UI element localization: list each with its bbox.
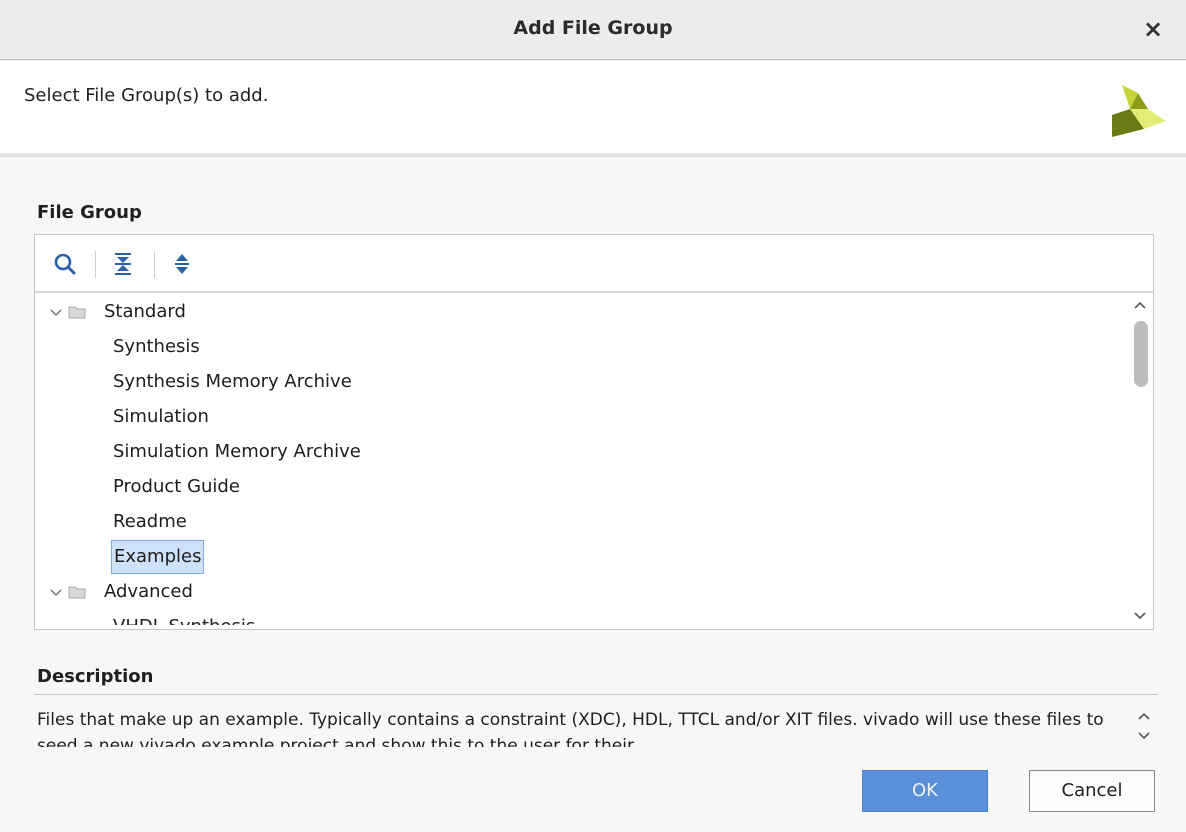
folder-icon <box>68 306 86 319</box>
tree-scrollbar[interactable] <box>1128 295 1152 627</box>
tree-item-synthesis-memory-archive[interactable]: Synthesis Memory Archive <box>35 365 1123 399</box>
collapse-all-icon[interactable] <box>107 248 139 280</box>
tree-item-label: Readme <box>113 511 187 532</box>
tree-item-label: VHDL Synthesis <box>111 610 257 625</box>
tree-group-standard[interactable]: Standard <box>35 295 1123 329</box>
close-icon[interactable]: × <box>1140 14 1166 44</box>
scroll-up-icon[interactable] <box>1136 709 1152 723</box>
title-bar: Add File Group × <box>0 0 1186 60</box>
tree-item-label: Product Guide <box>113 476 240 497</box>
file-group-label: File Group <box>37 202 142 223</box>
scroll-down-icon[interactable] <box>1132 608 1148 624</box>
scroll-up-icon[interactable] <box>1132 297 1148 313</box>
tree-item-examples[interactable]: Examples <box>35 540 1123 574</box>
ok-button[interactable]: OK <box>862 770 988 812</box>
cancel-button[interactable]: Cancel <box>1029 770 1155 812</box>
tree-item-product-guide[interactable]: Product Guide <box>35 470 1123 504</box>
tree-item-label: Synthesis Memory Archive <box>113 371 352 392</box>
file-group-tree-panel: Standard Synthesis Synthesis Memory Arch… <box>34 234 1154 630</box>
instruction-text: Select File Group(s) to add. <box>24 85 269 106</box>
scroll-down-icon[interactable] <box>1136 729 1152 743</box>
vivado-logo-icon <box>1112 85 1166 137</box>
toolbar-separator <box>154 251 155 278</box>
window-title: Add File Group <box>513 17 673 39</box>
tree-item-vhdl-synthesis[interactable]: VHDL Synthesis <box>35 610 1123 625</box>
tree-group-label: Advanced <box>104 581 193 602</box>
dialog-header: Select File Group(s) to add. <box>0 61 1186 157</box>
description-divider <box>34 694 1158 695</box>
tree-group-label: Standard <box>104 301 186 322</box>
scrollbar-thumb[interactable] <box>1134 321 1148 387</box>
tree-item-label: Simulation <box>113 406 209 427</box>
tree-toolbar <box>35 235 1153 293</box>
tree-item-simulation-memory-archive[interactable]: Simulation Memory Archive <box>35 435 1123 469</box>
file-group-tree: Standard Synthesis Synthesis Memory Arch… <box>35 295 1123 625</box>
folder-icon <box>68 586 86 599</box>
expand-all-icon[interactable] <box>166 248 198 280</box>
description-label: Description <box>37 666 154 687</box>
tree-item-label: Synthesis <box>113 336 200 357</box>
tree-item-simulation[interactable]: Simulation <box>35 400 1123 434</box>
toolbar-separator <box>95 251 96 278</box>
search-icon[interactable] <box>49 248 81 280</box>
chevron-down-icon[interactable] <box>49 586 63 600</box>
tree-item-label: Examples <box>111 540 205 574</box>
tree-item-synthesis[interactable]: Synthesis <box>35 330 1123 364</box>
chevron-down-icon[interactable] <box>49 306 63 320</box>
tree-item-readme[interactable]: Readme <box>35 505 1123 539</box>
description-scrollbar[interactable] <box>1133 707 1155 747</box>
description-text: Files that make up an example. Typically… <box>37 710 1104 747</box>
tree-group-advanced[interactable]: Advanced <box>35 575 1123 609</box>
tree-item-label: Simulation Memory Archive <box>113 441 361 462</box>
